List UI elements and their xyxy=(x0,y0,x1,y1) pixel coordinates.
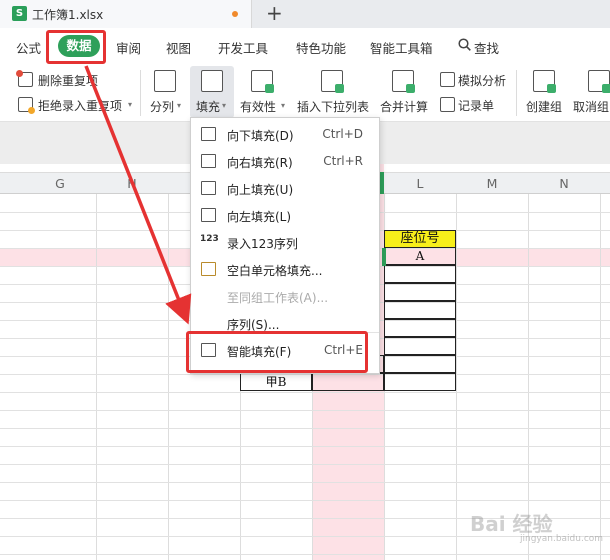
watermark-url: jingyan.baidu.com xyxy=(520,534,604,544)
watermark-logo: Bai 经验 xyxy=(470,512,553,536)
annotation-arrow-icon xyxy=(84,65,192,325)
spreadsheet-app-window: S 工作簿1.xlsx + 公式 数据 审阅 视图 开发工具 特色功能 智能工具… xyxy=(0,0,610,560)
